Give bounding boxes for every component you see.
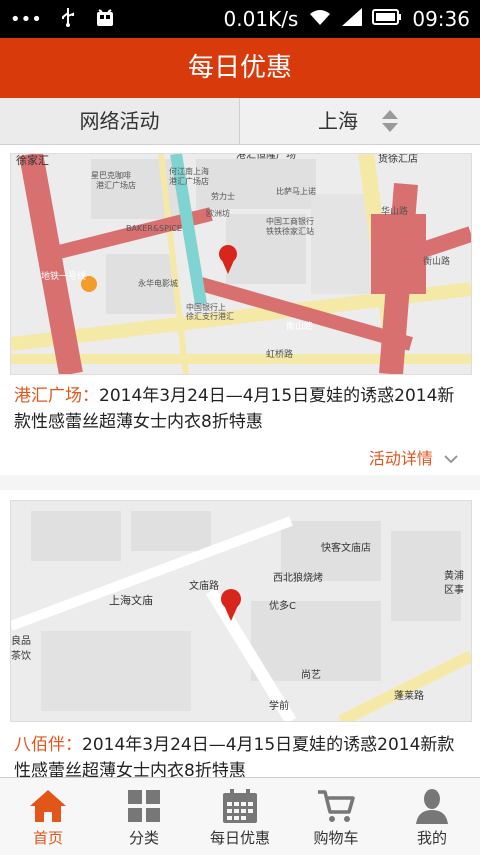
tab-online-activity[interactable]: 网络活动: [0, 98, 240, 144]
nav-home[interactable]: 首页: [0, 778, 96, 855]
svg-text:区事: 区事: [444, 583, 464, 596]
svg-text:货徐汇店: 货徐汇店: [378, 154, 418, 165]
svg-text:快客文庙店: 快客文庙店: [321, 541, 371, 554]
svg-text:港汇广场店: 港汇广场店: [169, 176, 209, 186]
svg-text:徐汇支行港汇: 徐汇支行港汇: [186, 311, 234, 321]
svg-text:星巴克咖啡: 星巴克咖啡: [91, 170, 131, 180]
svg-text:何江南上海: 何江南上海: [169, 166, 209, 176]
activity-detail-link[interactable]: 活动详情: [369, 445, 458, 469]
cart-icon: [318, 790, 355, 822]
svg-text:蓬莱路: 蓬莱路: [394, 689, 424, 702]
city-selector[interactable]: 上海: [240, 98, 480, 144]
grid-icon: [128, 790, 160, 822]
nav-mine-label: 我的: [416, 829, 447, 847]
svg-text:学前: 学前: [269, 699, 289, 712]
svg-text:港汇恒隆广场: 港汇恒隆广场: [236, 154, 296, 161]
svg-text:中国银行上: 中国银行上: [186, 302, 226, 312]
svg-text:地铁一号线: 地铁一号线: [41, 270, 86, 282]
svg-text:良品: 良品: [11, 634, 31, 647]
store-name: 港汇广场：: [14, 386, 99, 406]
svg-text:劳力士: 劳力士: [211, 191, 235, 201]
deal-description: 港汇广场：2014年3月24日—4月15日夏娃的诱惑2014新款性感蕾丝超薄女士…: [14, 383, 468, 435]
nav-mine[interactable]: 我的: [384, 778, 480, 855]
android-debug-icon: [94, 6, 116, 33]
deal-card[interactable]: 徐家汇 港汇恒隆广场 货徐汇店 星巴克咖啡 港汇广场店 何江南上海 港汇广场店 …: [0, 145, 480, 475]
nav-category[interactable]: 分类: [96, 778, 192, 855]
calendar-icon: [223, 789, 257, 823]
svg-text:中国工商银行: 中国工商银行: [266, 216, 314, 226]
svg-text:铁铁徐家汇站: 铁铁徐家汇站: [266, 226, 314, 236]
nav-cart-label: 购物车: [313, 829, 359, 847]
status-bar: ••• 0.01K/s 09:36: [0, 0, 480, 38]
chevron-down-icon: [444, 455, 458, 464]
usb-icon: [60, 7, 76, 32]
more-icon: •••: [10, 8, 42, 30]
svg-text:比萨马上诺: 比萨马上诺: [276, 186, 316, 196]
svg-text:华山路: 华山路: [381, 205, 408, 217]
store-map[interactable]: 徐家汇 港汇恒隆广场 货徐汇店 星巴克咖啡 港汇广场店 何江南上海 港汇广场店 …: [10, 153, 472, 375]
deal-card[interactable]: 快客文庙店 西北狼烧烤 上海文庙 文庙路 优多C 黄浦 区事 尚艺 蓬莱路 学前…: [0, 490, 480, 781]
svg-text:上海文庙: 上海文庙: [109, 593, 153, 607]
person-icon: [416, 789, 448, 824]
detail-label: 活动详情: [368, 449, 433, 468]
signal-icon: [342, 7, 363, 31]
svg-text:徐家汇: 徐家汇: [16, 154, 49, 167]
map-graphic: 徐家汇 港汇恒隆广场 货徐汇店 星巴克咖啡 港汇广场店 何江南上海 港汇广场店 …: [11, 154, 471, 374]
svg-text:黄浦: 黄浦: [444, 569, 464, 582]
svg-text:衡山路: 衡山路: [286, 320, 313, 332]
store-name: 八佰伴：: [14, 735, 82, 755]
map-graphic: 快客文庙店 西北狼烧烤 上海文庙 文庙路 优多C 黄浦 区事 尚艺 蓬莱路 学前…: [11, 501, 471, 721]
city-label: 上海: [318, 109, 358, 133]
svg-text:衡山路: 衡山路: [423, 255, 450, 267]
store-map[interactable]: 快客文庙店 西北狼烧烤 上海文庙 文庙路 优多C 黄浦 区事 尚艺 蓬莱路 学前…: [10, 500, 472, 722]
svg-text:BAKER&SPICE: BAKER&SPICE: [126, 224, 182, 233]
svg-text:优多C: 优多C: [269, 599, 296, 612]
nav-daily-deals-label: 每日优惠: [209, 829, 270, 847]
home-icon: [30, 790, 66, 822]
svg-text:港汇广场店: 港汇广场店: [96, 180, 136, 190]
wifi-icon: [308, 7, 332, 31]
clock: 09:36: [412, 7, 470, 31]
svg-text:文庙路: 文庙路: [189, 579, 219, 592]
nav-daily-deals[interactable]: 每日优惠: [192, 778, 288, 855]
svg-text:欧洲坊: 欧洲坊: [206, 208, 230, 218]
network-speed: 0.01K/s: [223, 7, 299, 31]
svg-text:尚艺: 尚艺: [301, 668, 321, 681]
nav-home-label: 首页: [32, 829, 63, 847]
filter-tabs: 网络活动 上海: [0, 98, 480, 145]
svg-text:虹桥路: 虹桥路: [266, 348, 293, 360]
battery-icon: [372, 7, 402, 31]
page-title: 每日优惠: [0, 38, 480, 98]
svg-text:西北狼烧烤: 西北狼烧烤: [273, 571, 323, 584]
nav-cart[interactable]: 购物车: [288, 778, 384, 855]
svg-text:茶饮: 茶饮: [11, 649, 31, 662]
up-down-arrow-icon: [382, 110, 398, 132]
svg-text:永华电影城: 永华电影城: [138, 278, 178, 288]
nav-category-label: 分类: [128, 829, 159, 847]
bottom-navigation: 首页 分类 每日优惠 购物车 我的: [0, 777, 480, 855]
